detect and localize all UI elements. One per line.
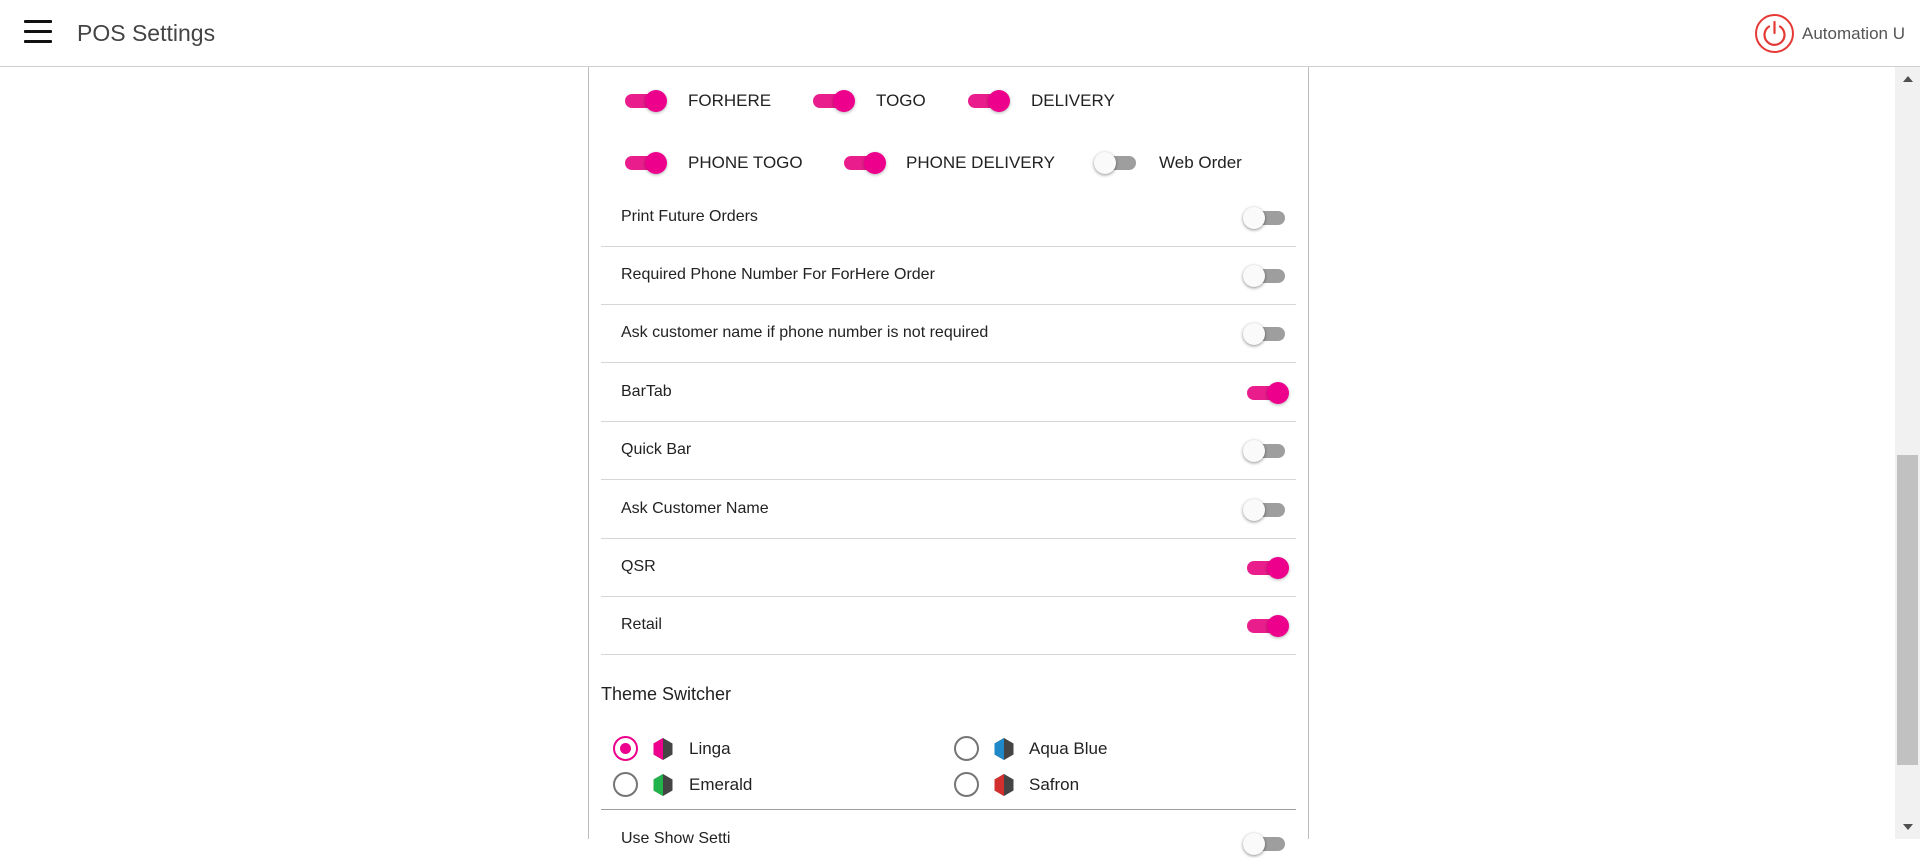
delivery-label: DELIVERY	[1031, 91, 1115, 110]
theme-label: Emerald	[689, 775, 753, 794]
forhere-toggle[interactable]	[621, 87, 667, 115]
phone-togo-label: PHONE TOGO	[688, 153, 803, 172]
delivery-toggle[interactable]	[964, 87, 1010, 115]
radio-button[interactable]	[954, 772, 979, 797]
app-header: POS Settings Automation U	[0, 0, 1920, 67]
forhere-label: FORHERE	[688, 91, 772, 110]
togo-label: TOGO	[876, 91, 926, 110]
scrollbar-thumb[interactable]	[1897, 455, 1918, 765]
qsr-toggle[interactable]	[1243, 554, 1289, 582]
web-order-toggle[interactable]	[1094, 149, 1140, 177]
setting-label: QSR	[621, 558, 656, 575]
togo-toggle[interactable]	[809, 87, 855, 115]
aqua-blue-hexagon-icon	[994, 738, 1014, 760]
ask-customer-name-toggle[interactable]	[1243, 496, 1289, 524]
hamburger-menu-icon[interactable]	[24, 20, 52, 46]
setting-label: Retail	[621, 616, 662, 633]
setting-label-partial: Use Show Setti	[621, 830, 731, 847]
emerald-hexagon-icon	[653, 774, 673, 796]
required-phone-number-toggle[interactable]	[1243, 262, 1289, 290]
theme-switcher-title: Theme Switcher	[601, 684, 732, 704]
print-future-orders-toggle[interactable]	[1243, 204, 1289, 232]
setting-label: Required Phone Number For ForHere Order	[621, 266, 935, 283]
setting-label: BarTab	[621, 383, 672, 400]
setting-row-retail: Retail	[601, 597, 1296, 655]
setting-label: Quick Bar	[621, 441, 692, 458]
setting-row-quick-bar: Quick Bar	[601, 422, 1296, 480]
linga-hexagon-icon	[653, 738, 673, 760]
radio-button[interactable]	[613, 736, 638, 761]
ask-customer-name-if-no-phone-toggle[interactable]	[1243, 320, 1289, 348]
quick-bar-toggle[interactable]	[1243, 437, 1289, 465]
radio-button[interactable]	[613, 772, 638, 797]
section-divider	[601, 809, 1296, 810]
vertical-scrollbar[interactable]	[1895, 67, 1920, 839]
scroll-up-arrow-icon[interactable]	[1895, 67, 1920, 89]
setting-row-ask-customer-name-if-no-phone: Ask customer name if phone number is not…	[601, 305, 1296, 363]
web-order-label: Web Order	[1159, 153, 1242, 172]
radio-button[interactable]	[954, 736, 979, 761]
setting-row-qsr: QSR	[601, 539, 1296, 597]
phone-togo-toggle[interactable]	[621, 149, 667, 177]
setting-row-required-phone-number: Required Phone Number For ForHere Order	[601, 247, 1296, 305]
settings-panel: FORHERE TOGO DELIVERY PHONE TOGO PHONE D…	[588, 67, 1309, 855]
power-icon[interactable]	[1755, 14, 1794, 53]
retail-toggle[interactable]	[1243, 612, 1289, 640]
bartab-toggle[interactable]	[1243, 379, 1289, 407]
theme-label: Linga	[689, 739, 731, 758]
setting-label: Ask customer name if phone number is not…	[621, 324, 989, 341]
setting-row-ask-customer-name: Ask Customer Name	[601, 481, 1296, 539]
safron-hexagon-icon	[994, 774, 1014, 796]
setting-label: Ask Customer Name	[621, 500, 769, 517]
scroll-down-arrow-icon[interactable]	[1895, 817, 1920, 839]
phone-delivery-toggle[interactable]	[840, 149, 886, 177]
theme-label: Aqua Blue	[1029, 739, 1108, 758]
setting-label: Print Future Orders	[621, 208, 758, 225]
user-name[interactable]: Automation U	[1802, 24, 1905, 44]
page-title: POS Settings	[77, 20, 216, 46]
setting-row-print-future-orders: Print Future Orders	[601, 189, 1296, 247]
setting-row-bartab: BarTab	[601, 364, 1296, 422]
partial-setting-toggle[interactable]	[1243, 830, 1289, 858]
phone-delivery-label: PHONE DELIVERY	[906, 153, 1055, 172]
theme-label: Safron	[1029, 775, 1080, 794]
